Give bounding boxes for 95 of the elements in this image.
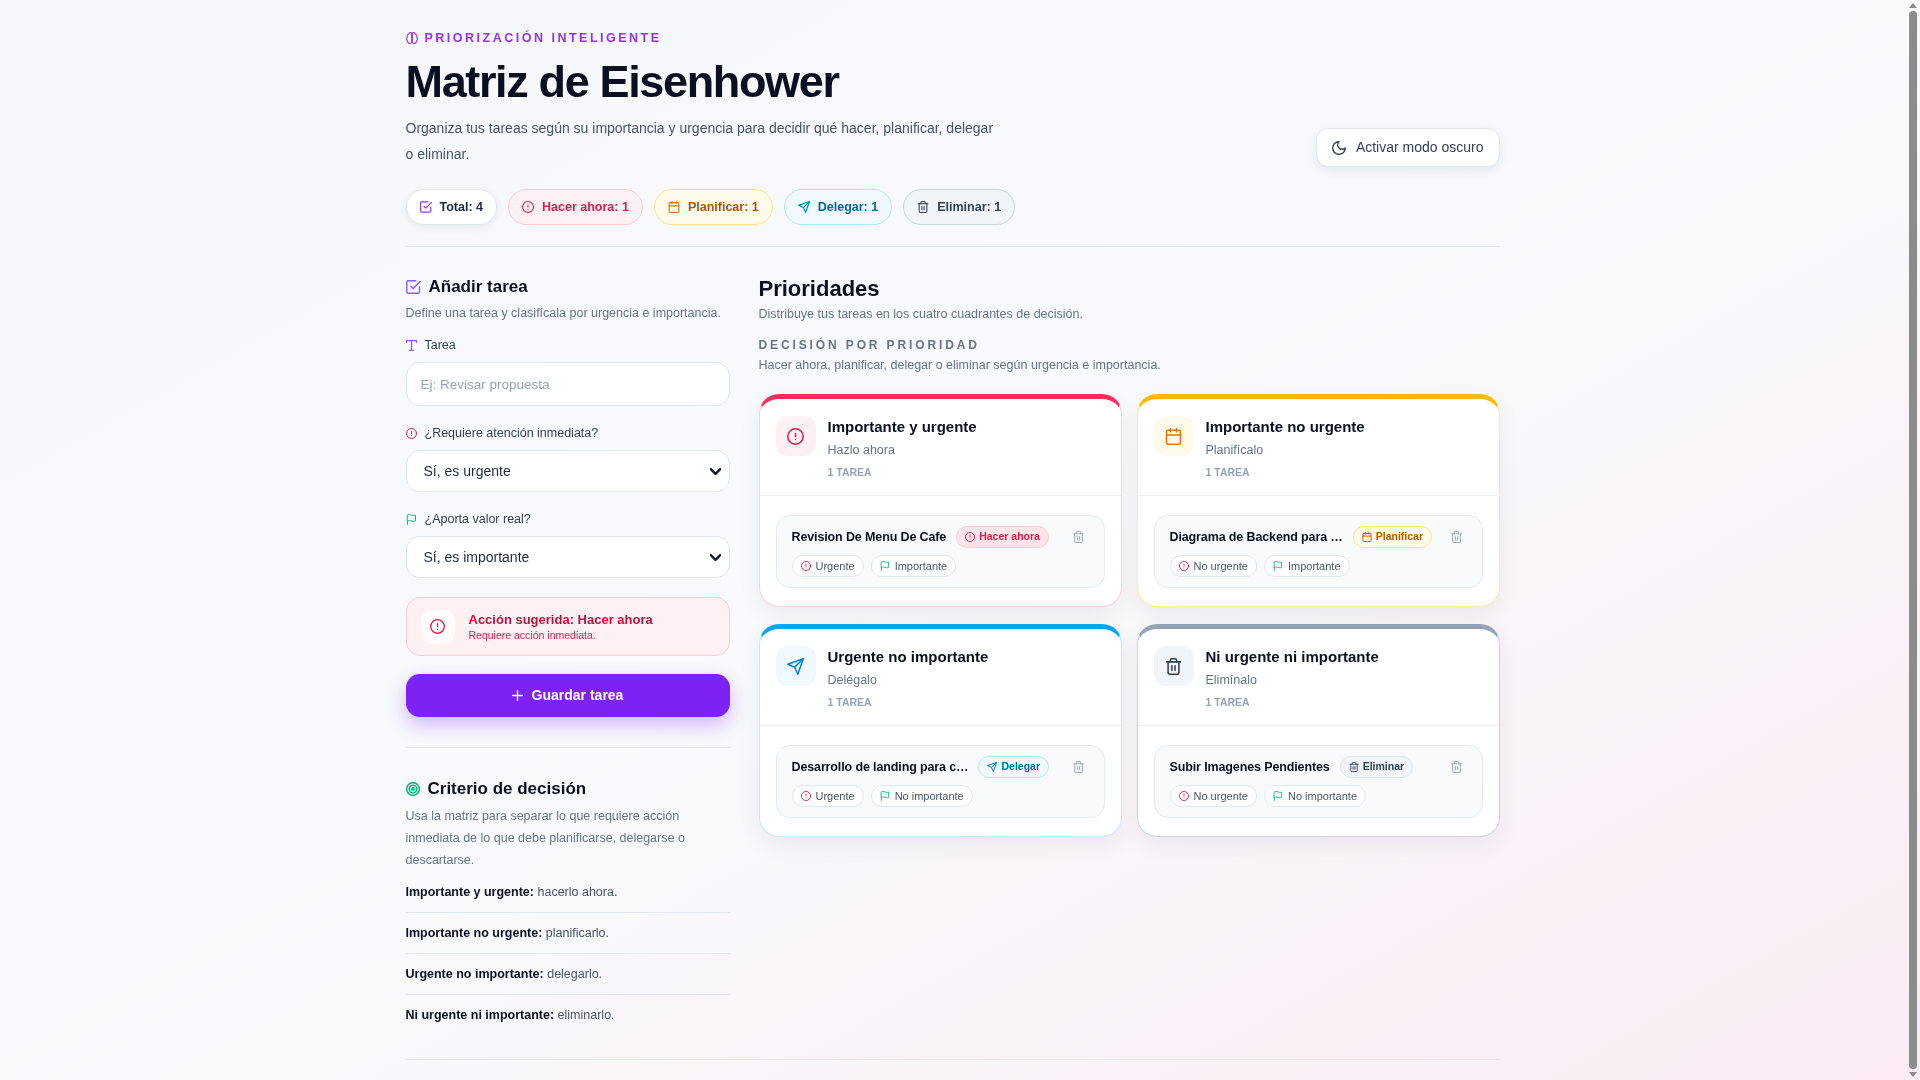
badge-label: Planificar bbox=[1375, 529, 1423, 545]
tag-label: No urgente bbox=[1193, 558, 1248, 574]
alert-circle-icon bbox=[1178, 561, 1189, 571]
quadrant-title: Importante no urgente bbox=[1205, 417, 1365, 437]
section-title: Prioridades bbox=[758, 276, 881, 302]
flag-icon bbox=[405, 513, 417, 525]
paper-plane-icon bbox=[775, 646, 816, 686]
text-type-icon bbox=[405, 339, 417, 351]
quadrant-title: Importante y urgente bbox=[827, 417, 977, 437]
trash-icon bbox=[1153, 646, 1194, 686]
trash-icon bbox=[1451, 761, 1462, 773]
calendar-icon bbox=[1361, 532, 1372, 542]
scrollbar-thumb[interactable] bbox=[1908, 11, 1917, 1069]
field-label: Tarea bbox=[424, 336, 456, 354]
quadrant-subtitle: Planifícalo bbox=[1205, 442, 1265, 458]
section-title: Criterio de decisión bbox=[427, 778, 587, 801]
checkbox-icon bbox=[405, 280, 421, 294]
quadrant-subtitle: Hazlo ahora bbox=[827, 442, 896, 458]
quadrant-subtitle: Elimínalo bbox=[1205, 672, 1258, 688]
task-count: 1 TAREA bbox=[827, 695, 873, 709]
tag-label: Urgente bbox=[815, 558, 855, 574]
criteria-item: Importante no urgente: planificarlo. bbox=[405, 925, 610, 942]
trash-icon bbox=[1073, 531, 1084, 543]
subsection-label: DECISIÓN POR PRIORIDAD bbox=[758, 337, 981, 353]
eyebrow-label: PRIORIZACIÓN INTELIGENTE bbox=[424, 30, 662, 46]
stat-label: Hacer ahora: 1 bbox=[542, 198, 629, 216]
caret-up-icon[interactable] bbox=[1908, 3, 1917, 8]
calendar-icon bbox=[1153, 416, 1194, 456]
calendar-icon bbox=[667, 201, 680, 213]
caret-down-icon[interactable] bbox=[1908, 1072, 1917, 1077]
tag-label: No importante bbox=[1287, 788, 1358, 804]
brain-icon bbox=[405, 32, 418, 44]
criteria-item: Importante y urgente: hacerlo ahora. bbox=[405, 884, 619, 901]
alert-circle-icon bbox=[800, 561, 811, 571]
chevron-down-icon bbox=[709, 467, 721, 475]
subsection-description: Hacer ahora, planificar, delegar o eliminar según urgencia e importancia. bbox=[758, 357, 1162, 374]
quadrant-subtitle: Delégalo bbox=[827, 672, 878, 688]
stat-label: Eliminar: 1 bbox=[937, 198, 1002, 216]
flag-icon bbox=[1272, 791, 1283, 801]
flag-icon bbox=[879, 561, 890, 571]
alert-circle-icon bbox=[1178, 791, 1189, 801]
badge-label: Eliminar bbox=[1362, 759, 1405, 775]
dark-mode-button[interactable]: Activar modo oscuro bbox=[1315, 128, 1500, 167]
task-title: Subir Imagenes Pendientes bbox=[1169, 758, 1330, 776]
trash-icon bbox=[1348, 762, 1359, 772]
flag-icon bbox=[879, 791, 890, 801]
badge-label: Hacer ahora bbox=[979, 529, 1040, 545]
tag-label: No importante bbox=[894, 788, 964, 804]
quadrant-title: Ni urgente ni importante bbox=[1205, 647, 1379, 667]
page-title: Matriz de Eisenhower bbox=[405, 57, 841, 107]
tag-label: No urgente bbox=[1193, 788, 1248, 804]
task-title: Diagrama de Backend para … bbox=[1169, 528, 1343, 546]
trash-icon bbox=[1451, 531, 1462, 543]
urgency-select[interactable]: Sí, es urgente bbox=[405, 450, 730, 492]
tag-label: Importante bbox=[894, 558, 948, 574]
page-description: Organiza tus tareas según su importancia y urgencia para decidir qué hacer, planificar, delegar o eliminar. bbox=[405, 119, 995, 164]
stat-label: Planificar: 1 bbox=[687, 198, 759, 216]
alert-circle-icon bbox=[522, 201, 535, 213]
alert-circle-icon bbox=[800, 791, 811, 801]
suggestion-text: Requiere acción inmediata. bbox=[468, 628, 597, 642]
field-label: ¿Aporta valor real? bbox=[424, 510, 531, 528]
stat-label: Total: 4 bbox=[439, 198, 484, 216]
tag-label: Urgente bbox=[815, 788, 855, 804]
field-label: ¿Requiere atención inmediata? bbox=[424, 424, 599, 442]
moon-icon bbox=[1331, 140, 1346, 155]
stat-label: Delegar: 1 bbox=[817, 198, 879, 216]
section-description: Define una tarea y clasifícala por urgencia e importancia. bbox=[405, 305, 722, 322]
save-task-button[interactable]: Guardar tarea bbox=[405, 674, 730, 717]
badge-label: Delegar bbox=[1001, 759, 1040, 775]
task-title: Desarrollo de landing para c… bbox=[791, 758, 969, 776]
paper-plane-icon bbox=[797, 201, 810, 213]
tag-label: Importante bbox=[1287, 558, 1341, 574]
task-input[interactable]: Ej: Revisar propuesta bbox=[405, 362, 730, 406]
trash-icon bbox=[917, 201, 930, 213]
paper-plane-icon bbox=[987, 762, 998, 772]
section-description: Distribuye tus tareas en los cuatro cuadrantes de decisión. bbox=[758, 306, 1084, 323]
criteria-description: Usa la matriz para separar lo que requiere acción inmediata de lo que debe planificarse, delegarse o descartarse. bbox=[405, 808, 686, 869]
section-title: Añadir tarea bbox=[428, 276, 528, 299]
flag-icon bbox=[1272, 561, 1283, 571]
chevron-down-icon bbox=[709, 553, 721, 561]
quadrant-title: Urgente no importante bbox=[827, 647, 989, 667]
task-count: 1 TAREA bbox=[1205, 465, 1251, 479]
suggestion-title: Acción sugerida: Hacer ahora bbox=[468, 611, 653, 628]
criteria-item: Ni urgente ni importante: eliminarlo. bbox=[405, 1007, 616, 1024]
task-title: Revision De Menu De Cafe bbox=[791, 528, 947, 546]
task-count: 1 TAREA bbox=[827, 465, 873, 479]
trash-icon bbox=[1073, 761, 1084, 773]
task-count: 1 TAREA bbox=[1205, 695, 1251, 709]
importance-select[interactable]: Sí, es importante bbox=[405, 536, 730, 578]
checkbox-icon bbox=[419, 201, 432, 213]
alert-circle-icon bbox=[405, 427, 417, 439]
target-icon bbox=[405, 782, 420, 796]
criteria-item: Urgente no importante: delegarlo. bbox=[405, 966, 604, 983]
alert-circle-icon bbox=[965, 532, 976, 542]
plus-icon bbox=[511, 690, 523, 701]
